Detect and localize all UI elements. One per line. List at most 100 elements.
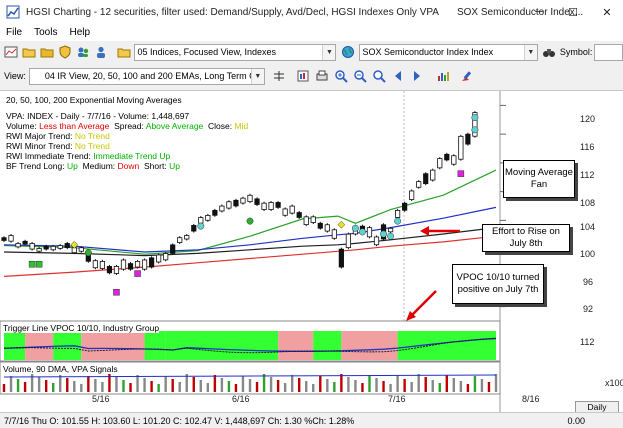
date-tick: 5/16 — [92, 394, 110, 404]
date-tick: 6/16 — [232, 394, 250, 404]
scroll-right-icon[interactable] — [409, 68, 425, 84]
date-tick: 7/16 — [388, 394, 406, 404]
volume-bar — [59, 375, 62, 392]
app-window: HGSI Charting - 12 securities, filter us… — [0, 0, 623, 428]
callout-vpoc: VPOC 10/10 turned positive on July 7th — [452, 264, 544, 304]
bf-short-label: Short: — [144, 161, 167, 171]
price-candle — [331, 229, 337, 239]
rwi-major: RWI Major Trend: No Trend — [6, 131, 110, 141]
trigger-segment — [369, 331, 398, 360]
volume-bar — [389, 384, 392, 392]
volume-bar — [487, 382, 491, 392]
price-candle — [156, 254, 162, 263]
volume-bar — [44, 380, 48, 392]
volume-bar — [438, 383, 441, 392]
vpa-summary: Volume: Less than Average Spread: Above … — [6, 121, 248, 131]
menu-tools[interactable]: Tools — [28, 27, 63, 38]
paint-icon[interactable] — [459, 68, 475, 84]
bf-long-label: BF Trend Long: — [6, 161, 65, 171]
volume-bar — [354, 380, 357, 392]
trigger-segment — [81, 331, 145, 360]
price-candle — [57, 245, 63, 249]
price-tick: 112 — [580, 170, 595, 180]
list-dropdown[interactable]: 05 Indices, Focused View, Indexes ▼ — [133, 43, 337, 61]
price-candle — [416, 181, 422, 188]
price-candle — [444, 153, 450, 161]
shield-icon[interactable] — [57, 44, 72, 60]
volume-bar — [213, 375, 217, 392]
price-candle — [29, 243, 35, 250]
folder-list-icon[interactable] — [116, 44, 131, 60]
app-icon — [6, 5, 20, 19]
price-candle — [317, 222, 323, 229]
price-candle — [170, 244, 176, 254]
price-candle — [1, 237, 7, 241]
users-icon[interactable] — [75, 44, 90, 60]
bf-medium-value: Down — [117, 161, 140, 171]
person-icon[interactable] — [93, 44, 108, 60]
menu-file[interactable]: File — [0, 27, 28, 38]
price-candle — [198, 217, 204, 224]
volume-bar — [459, 381, 463, 392]
price-candle — [394, 209, 401, 218]
volume-bar — [206, 383, 210, 392]
price-candle — [78, 247, 84, 252]
title-bar[interactable]: HGSI Charting - 12 securities, filter us… — [0, 0, 623, 24]
volume-bar — [234, 384, 238, 392]
callout-moving-average-fan: Moving Average Fan — [503, 160, 575, 198]
volume-bar — [424, 377, 427, 392]
close-value: Mid — [234, 121, 249, 131]
symbol-input[interactable] — [594, 43, 623, 61]
volume-bar — [199, 380, 202, 392]
price-candle — [247, 194, 253, 203]
volume-bar — [347, 377, 350, 392]
zoom-in-icon[interactable] — [333, 68, 349, 84]
zoom-out-icon[interactable] — [352, 68, 368, 84]
price-candle — [120, 259, 127, 270]
properties-icon[interactable] — [295, 68, 311, 84]
chart-panel[interactable]: 20, 50, 100, 200 Exponential Moving Aver… — [0, 90, 623, 413]
volume-bar — [248, 379, 252, 392]
price-candle — [212, 209, 218, 216]
volume-bar — [16, 379, 20, 392]
volume-bar — [298, 378, 301, 392]
main-toolbar: 05 Indices, Focused View, Indexes ▼ SOX … — [0, 41, 623, 63]
price-candle — [303, 216, 309, 226]
rwi-immediate-value: Immediate Trend Up — [93, 151, 171, 161]
price-candle — [127, 263, 134, 270]
vpa-square-marker — [113, 289, 120, 296]
trigger-segment — [25, 331, 54, 360]
maximize-button[interactable]: ☐ — [556, 0, 590, 24]
zoom-fit-icon[interactable] — [371, 68, 387, 84]
indicator-chart-icon[interactable] — [435, 68, 451, 84]
volume-bar — [171, 379, 174, 392]
menu-bar: File Tools Help — [0, 24, 623, 41]
menu-help[interactable]: Help — [63, 27, 96, 38]
vpa-circle-marker — [197, 222, 205, 230]
spread-value: Above Average — [145, 121, 204, 131]
chart-icon[interactable] — [3, 44, 18, 60]
folder-icon[interactable] — [39, 44, 54, 60]
binoculars-icon[interactable] — [542, 44, 557, 60]
open-folder-icon[interactable] — [21, 44, 36, 60]
scroll-left-icon[interactable] — [390, 68, 406, 84]
vpa-square-marker — [35, 260, 43, 268]
trigger-segment — [341, 331, 370, 360]
vpa-square-marker — [134, 270, 141, 277]
volume-bar — [101, 382, 104, 392]
trigger-line-panel — [3, 331, 497, 360]
minimize-button[interactable]: ─ — [522, 0, 556, 24]
price-candle — [423, 173, 429, 185]
price-candle — [261, 202, 267, 210]
vpa-circle-marker — [359, 228, 366, 236]
symbol-dropdown[interactable]: SOX Semiconductor Index Index ▼ — [358, 43, 538, 61]
price-candle — [275, 202, 281, 208]
volume-bar — [333, 382, 336, 392]
vpa-circle-marker — [387, 232, 395, 240]
print-icon[interactable] — [314, 68, 330, 84]
view-dropdown[interactable]: 04 IR View, 20, 50, 100 and 200 EMAs, Lo… — [28, 67, 265, 85]
close-button[interactable]: ✕ — [590, 0, 623, 24]
globe-icon[interactable] — [340, 44, 355, 60]
crosshair-icon[interactable] — [271, 68, 287, 84]
symbol-dropdown-value: SOX Semiconductor Index Index — [362, 47, 494, 57]
